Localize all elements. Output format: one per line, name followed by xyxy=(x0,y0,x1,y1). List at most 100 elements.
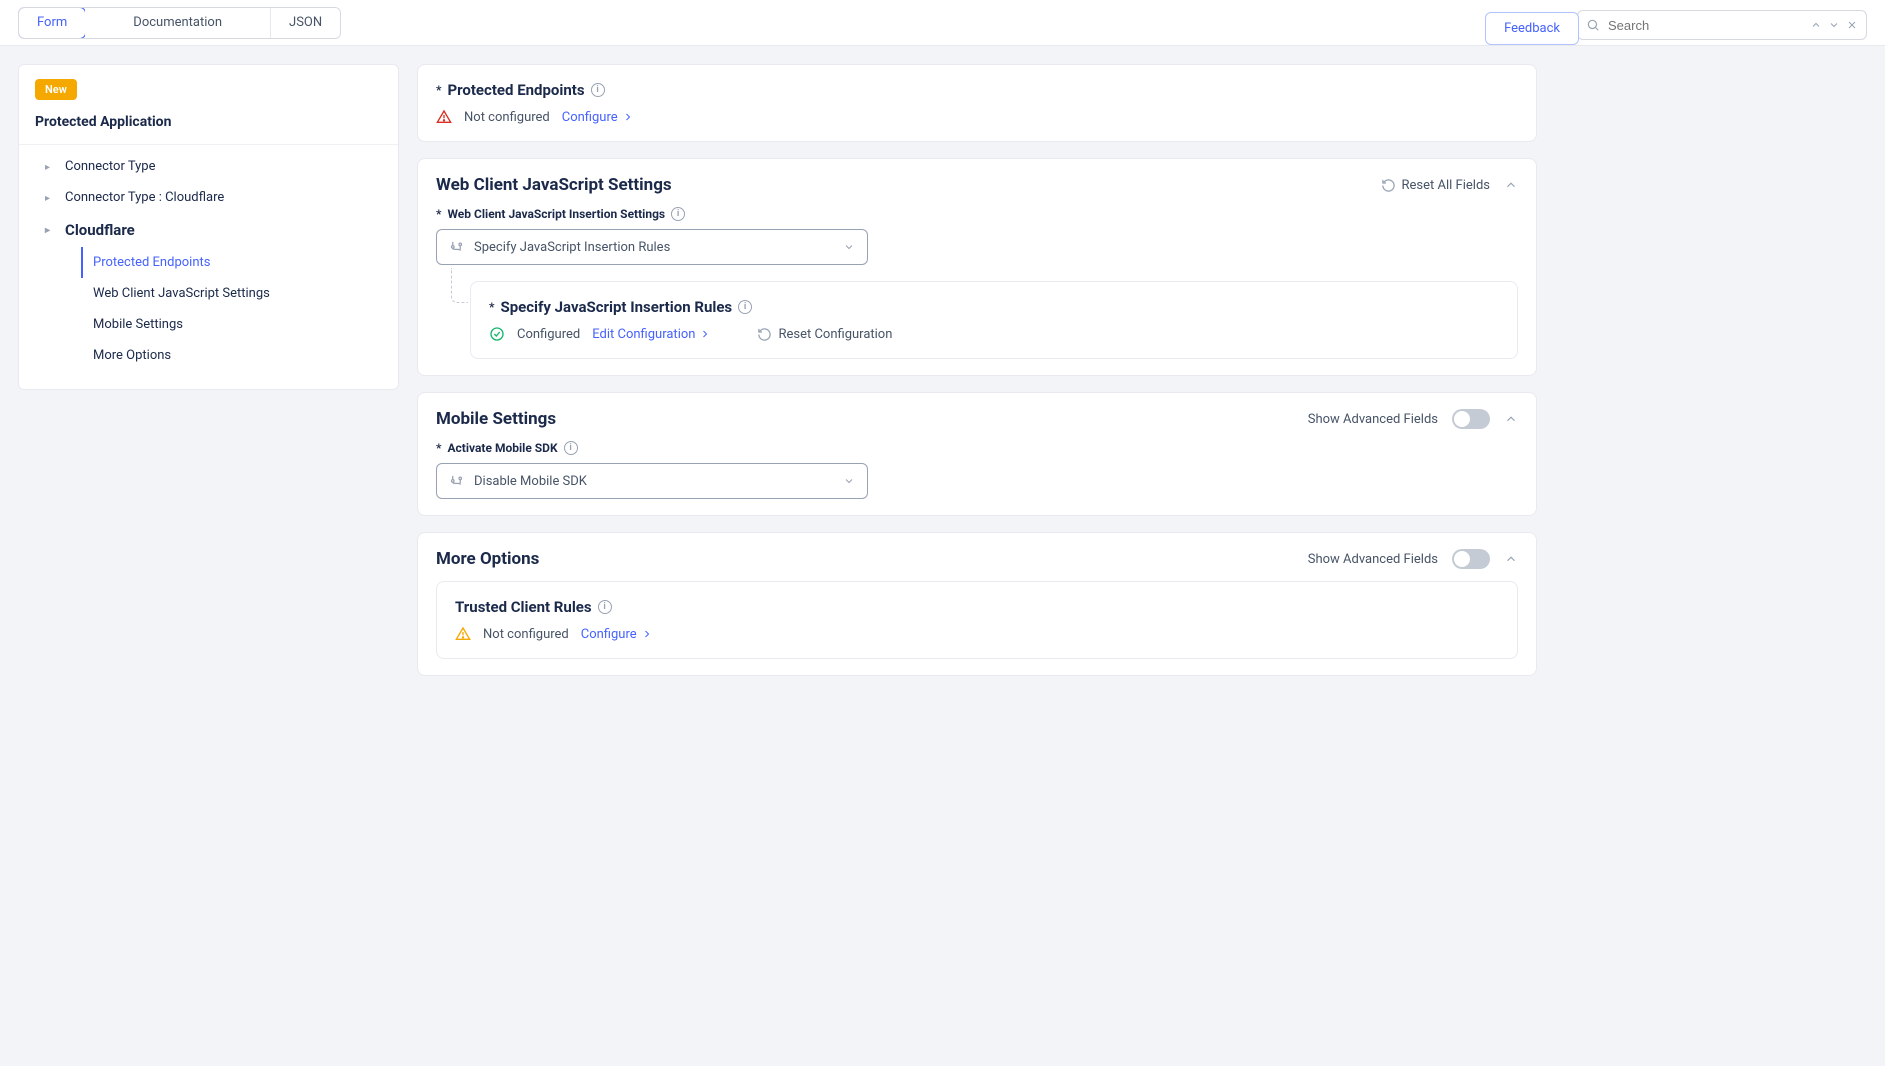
reset-label: Reset All Fields xyxy=(1402,178,1490,193)
card-actions: Show Advanced Fields xyxy=(1308,409,1518,429)
chevron-down-icon xyxy=(843,475,855,487)
label-text: Web Client JavaScript Insertion Settings xyxy=(447,207,665,221)
view-tabs: Form Documentation JSON xyxy=(18,7,341,39)
tree-item-connector-type-cloudflare[interactable]: ▸ Connector Type : Cloudflare xyxy=(19,182,398,213)
status-text: Not configured xyxy=(464,110,550,125)
more-options-title: More Options xyxy=(436,549,539,569)
card-more-options: More Options Show Advanced Fields Truste… xyxy=(417,532,1537,676)
collapse-icon[interactable] xyxy=(1504,178,1518,192)
chevron-right-icon xyxy=(699,328,711,340)
configure-label: Configure xyxy=(562,110,618,125)
search-box[interactable] xyxy=(1577,10,1867,40)
card-header: More Options Show Advanced Fields xyxy=(436,549,1518,569)
caret-icon: ▸ xyxy=(45,225,55,235)
info-icon[interactable]: i xyxy=(591,83,605,97)
card-header: Mobile Settings Show Advanced Fields xyxy=(436,409,1518,429)
reset-all-fields-section[interactable]: Reset All Fields xyxy=(1381,178,1490,193)
status-text: Not configured xyxy=(483,627,569,642)
select-mobile-sdk[interactable]: Disable Mobile SDK xyxy=(436,463,868,499)
collapse-icon[interactable] xyxy=(1504,552,1518,566)
chevron-down-icon xyxy=(843,241,855,253)
info-icon[interactable]: i xyxy=(671,207,685,221)
status-row: Not configured Configure xyxy=(436,109,1518,125)
required-star: * xyxy=(436,441,441,455)
reset-configuration[interactable]: Reset Configuration xyxy=(757,327,892,342)
nav-tree: ▸ Connector Type ▸ Connector Type : Clou… xyxy=(19,145,398,371)
search-controls xyxy=(1810,19,1858,31)
tree-sub-more-options[interactable]: More Options xyxy=(81,340,398,371)
card-actions: Show Advanced Fields xyxy=(1308,549,1518,569)
configure-link[interactable]: Configure xyxy=(562,110,634,125)
info-icon[interactable]: i xyxy=(738,300,752,314)
tree-label: Connector Type xyxy=(65,159,156,174)
protected-endpoints-title: * Protected Endpoints i xyxy=(436,81,1518,99)
card-header: Web Client JavaScript Settings Reset All… xyxy=(436,175,1518,195)
main: * Protected Endpoints i Not configured C… xyxy=(417,64,1537,676)
sidebar-title: Protected Application xyxy=(19,108,398,145)
trusted-client-title: Trusted Client Rules i xyxy=(455,598,1499,616)
info-icon[interactable]: i xyxy=(598,600,612,614)
search-next-icon[interactable] xyxy=(1828,19,1840,31)
configure-link-trusted[interactable]: Configure xyxy=(581,627,653,642)
webclient-title: Web Client JavaScript Settings xyxy=(436,175,672,195)
edit-label: Edit Configuration xyxy=(592,327,695,342)
collapse-icon[interactable] xyxy=(1504,412,1518,426)
status-row: Not configured Configure xyxy=(455,626,1499,642)
branch-icon xyxy=(449,474,464,489)
tab-json[interactable]: JSON xyxy=(271,8,340,38)
required-star: * xyxy=(436,207,441,221)
branch-icon xyxy=(449,240,464,255)
configure-label: Configure xyxy=(581,627,637,642)
edit-configuration-link[interactable]: Edit Configuration xyxy=(592,327,711,342)
tree-sub-mobile-settings[interactable]: Mobile Settings xyxy=(81,309,398,340)
tree-item-connector-type[interactable]: ▸ Connector Type xyxy=(19,151,398,182)
tab-documentation[interactable]: Documentation xyxy=(85,8,271,38)
search-input[interactable] xyxy=(1608,18,1802,33)
insertion-rules-title: * Specify JavaScript Insertion Rules i xyxy=(489,298,1499,316)
card-protected-endpoints: * Protected Endpoints i Not configured C… xyxy=(417,64,1537,142)
status-text: Configured xyxy=(517,327,580,342)
field-label-activate-sdk: * Activate Mobile SDK i xyxy=(436,441,1518,455)
caret-icon: ▸ xyxy=(45,193,55,203)
status-row: Configured Edit Configuration Reset Conf… xyxy=(489,326,1499,342)
title-text: Trusted Client Rules xyxy=(455,598,592,616)
toggle-show-advanced-mobile[interactable] xyxy=(1452,409,1490,429)
feedback-button[interactable]: Feedback xyxy=(1485,12,1579,45)
search-close-icon[interactable] xyxy=(1846,19,1858,31)
reset-icon xyxy=(1381,178,1396,193)
chevron-right-icon xyxy=(641,628,653,640)
select-value: Disable Mobile SDK xyxy=(474,474,587,489)
label-text: Activate Mobile SDK xyxy=(447,441,557,455)
toggle-show-advanced-more[interactable] xyxy=(1452,549,1490,569)
warning-icon xyxy=(436,109,452,125)
reset-label: Reset Configuration xyxy=(778,327,892,342)
info-icon[interactable]: i xyxy=(564,441,578,455)
caret-icon: ▸ xyxy=(45,162,55,172)
tree-sub-webclient-js[interactable]: Web Client JavaScript Settings xyxy=(81,278,398,309)
card-mobile-settings: Mobile Settings Show Advanced Fields * A… xyxy=(417,392,1537,516)
mobile-title: Mobile Settings xyxy=(436,409,556,429)
tree-sub-protected-endpoints[interactable]: Protected Endpoints xyxy=(81,247,398,278)
reset-icon xyxy=(757,327,772,342)
sidebar: New Protected Application ▸ Connector Ty… xyxy=(18,64,399,390)
title-text: Protected Endpoints xyxy=(447,81,584,99)
card-actions: Reset All Fields xyxy=(1381,178,1518,193)
search-icon xyxy=(1586,18,1600,32)
title-text: Specify JavaScript Insertion Rules xyxy=(500,298,732,316)
tree-sub: Protected Endpoints Web Client JavaScrip… xyxy=(19,247,398,371)
show-adv-label: Show Advanced Fields xyxy=(1308,552,1438,567)
warning-icon xyxy=(455,626,471,642)
check-circle-icon xyxy=(489,326,505,342)
new-badge: New xyxy=(35,79,77,100)
tree-item-cloudflare[interactable]: ▸ Cloudflare xyxy=(19,213,398,247)
inner-card-trusted-client: Trusted Client Rules i Not configured Co… xyxy=(436,581,1518,659)
chevron-right-icon xyxy=(622,111,634,123)
search-prev-icon[interactable] xyxy=(1810,19,1822,31)
select-value: Specify JavaScript Insertion Rules xyxy=(474,240,670,255)
field-label-insertion-settings: * Web Client JavaScript Insertion Settin… xyxy=(436,207,1518,221)
layout: New Protected Application ▸ Connector Ty… xyxy=(0,46,1885,694)
sub-card-insertion-rules: * Specify JavaScript Insertion Rules i C… xyxy=(470,281,1518,359)
tab-form[interactable]: Form xyxy=(18,7,86,39)
select-insertion-rules[interactable]: Specify JavaScript Insertion Rules xyxy=(436,229,868,265)
required-star: * xyxy=(489,300,494,314)
